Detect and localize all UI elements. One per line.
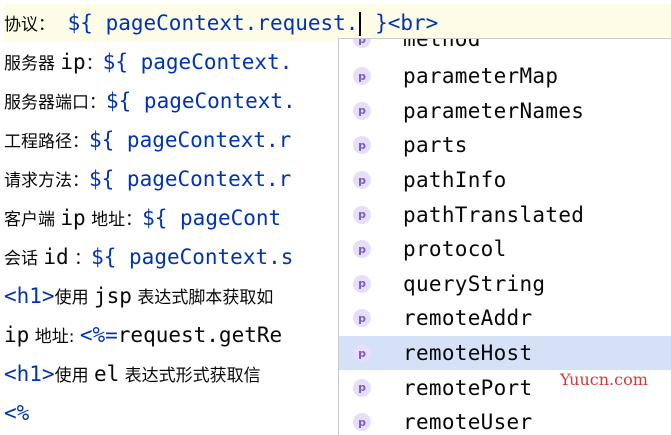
text-label: ： [85, 54, 103, 74]
completion-item-remoteHost[interactable]: p remoteHost [339, 335, 671, 371]
text-protocol-label: 协议： [4, 15, 55, 35]
el-expression: ${ pageCont [142, 206, 282, 230]
property-icon: p [353, 378, 371, 397]
text-label: 地址： [85, 210, 143, 230]
completion-item-label: remotePort [403, 375, 533, 400]
el-expression: ${ pageContext.s [91, 245, 294, 269]
code-token: id [43, 245, 69, 269]
text-label: 请求方法： [4, 171, 89, 191]
code-line-2[interactable]: 服务器 ip：${ pageContext. [4, 43, 292, 81]
completion-item-label: parameterNames [403, 98, 585, 123]
el-expression: ${ pageContext.request. [67, 11, 359, 35]
property-icon: p [353, 344, 371, 363]
completion-item-label: method [403, 38, 481, 52]
jsp-expression-open: <%= [79, 323, 118, 347]
h1-tag: <h1> [4, 362, 55, 386]
code-line-4[interactable]: 工程路径：${ pageContext.r [4, 121, 291, 159]
el-expression: ${ pageContext.r [89, 128, 292, 152]
text-label: 服务器 [4, 54, 61, 74]
property-icon: p [353, 171, 371, 190]
jsp-scriptlet-open: <% [4, 401, 30, 425]
property-icon: p [353, 136, 371, 155]
completion-item-parts[interactable]: p parts [339, 128, 671, 163]
code-line-9[interactable]: ip 地址: <%=request.getRe [4, 316, 282, 354]
completion-item-parameterMap[interactable]: p parameterMap [339, 59, 671, 94]
completion-item-partial[interactable]: p method [339, 38, 671, 57]
completion-item-pathInfo[interactable]: p pathInfo [339, 163, 671, 198]
completion-item-queryString[interactable]: p queryString [339, 267, 671, 302]
completion-item-label: parts [403, 133, 468, 158]
el-expression: ${ pageContext. [106, 89, 296, 113]
h1-tag: <h1> [4, 284, 55, 308]
completion-item-label: pathTranslated [403, 202, 585, 227]
property-icon: p [353, 240, 371, 259]
watermark-text: Yuucn.com [560, 370, 648, 389]
text-label: 地址: [29, 327, 80, 347]
code-token: el [93, 362, 120, 386]
completion-item-label: remoteUser [403, 410, 533, 435]
code-token: jsp [93, 284, 132, 308]
text-label: 会话 [4, 249, 44, 269]
completion-item-label: queryString [403, 271, 546, 296]
code-token: ip [60, 206, 86, 230]
code-line-11[interactable]: <% [4, 394, 29, 432]
code-line-7[interactable]: 会话 id ：${ pageContext.s [4, 238, 293, 276]
code-token: request.getRe [117, 323, 283, 347]
code-token: ip [4, 323, 30, 347]
el-close: } [362, 11, 388, 35]
property-icon: p [353, 205, 371, 224]
text-label: ： [68, 249, 92, 269]
text-label: 使用 [54, 366, 94, 386]
text-label: 服务器端口： [4, 93, 106, 113]
completion-item-label: pathInfo [403, 168, 507, 193]
completion-item-label: parameterMap [403, 64, 559, 89]
completion-item-protocol[interactable]: p protocol [339, 232, 671, 267]
completion-item-label: protocol [403, 237, 507, 262]
code-line-8[interactable]: <h1>使用 jsp 表达式脚本获取如 [4, 277, 273, 315]
code-line-6[interactable]: 客户端 ip 地址：${ pageCont [4, 199, 281, 237]
text-label: 使用 [54, 288, 94, 308]
property-icon: p [353, 67, 371, 86]
completion-item-remoteUser[interactable]: p remoteUser [339, 405, 671, 435]
el-expression: ${ pageContext.r [89, 167, 292, 191]
completion-item-label: remoteHost [403, 341, 533, 366]
text-label: 工程路径： [4, 132, 89, 152]
property-icon: p [353, 413, 371, 432]
completion-item-remoteAddr[interactable]: p remoteAddr [339, 301, 671, 336]
property-icon: p [353, 101, 371, 120]
completion-item-parameterNames[interactable]: p parameterNames [339, 94, 671, 129]
text-label: 表达式脚本获取如 [131, 288, 274, 308]
text-label: 表达式形式获取信 [119, 366, 261, 386]
text-label: 客户端 [4, 210, 61, 230]
code-line-5[interactable]: 请求方法：${ pageContext.r [4, 160, 291, 198]
completion-item-pathTranslated[interactable]: p pathTranslated [339, 197, 671, 232]
code-token: ip [60, 50, 86, 74]
code-line-1[interactable]: 协议： ${ pageContext.request. }<br> [4, 4, 671, 42]
el-expression: ${ pageContext. [102, 50, 293, 74]
property-icon: p [353, 39, 371, 49]
code-line-10[interactable]: <h1>使用 el 表达式形式获取信 [4, 355, 261, 393]
property-icon: p [353, 309, 371, 328]
br-tag: <br> [387, 11, 439, 35]
code-line-3[interactable]: 服务器端口：${ pageContext. [4, 82, 296, 120]
completion-item-label: remoteAddr [403, 306, 533, 331]
property-icon: p [353, 274, 371, 293]
